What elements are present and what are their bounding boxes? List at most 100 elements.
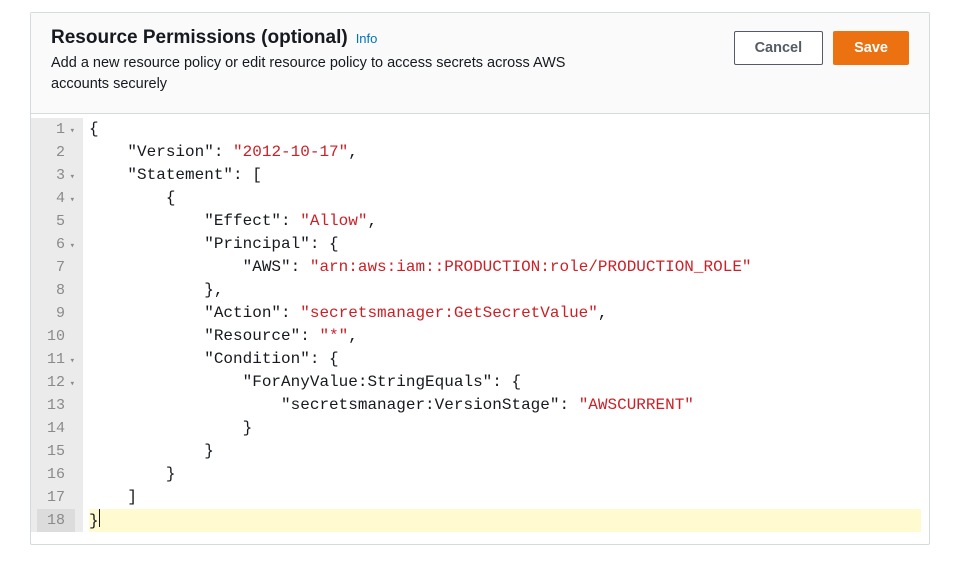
json-punct: , (348, 143, 358, 161)
json-key: "Principal" (204, 235, 310, 253)
fold-arrow-icon[interactable]: ▾ (67, 166, 75, 189)
json-punct: , (598, 304, 608, 322)
header-actions: Cancel Save (734, 31, 909, 65)
line-number: 11▾ (37, 348, 75, 371)
json-punct (89, 258, 243, 276)
code-line[interactable]: "Action": "secretsmanager:GetSecretValue… (89, 302, 921, 325)
json-punct: : { (492, 373, 521, 391)
json-punct: : [ (233, 166, 262, 184)
json-punct: { (166, 189, 176, 207)
json-punct: }, (204, 281, 223, 299)
json-punct (89, 442, 204, 460)
json-punct: , (348, 327, 358, 345)
json-punct (89, 488, 127, 506)
json-punct: : (300, 327, 319, 345)
code-line[interactable]: } (89, 509, 921, 532)
json-punct: : (291, 258, 310, 276)
code-line[interactable]: { (89, 118, 921, 141)
line-number: 14 (37, 417, 75, 440)
json-punct: } (204, 442, 214, 460)
json-punct (89, 465, 166, 483)
json-punct: , (367, 212, 377, 230)
policy-editor[interactable]: 1▾2 3▾4▾5 6▾7 8 9 10 11▾12▾13 14 15 16 1… (31, 114, 929, 544)
json-key: "Action" (204, 304, 281, 322)
fold-arrow-icon[interactable]: ▾ (67, 120, 75, 143)
json-punct (89, 350, 204, 368)
line-number: 9 (37, 302, 75, 325)
code-textarea[interactable]: { "Version": "2012-10-17", "Statement": … (83, 118, 929, 532)
fold-arrow-spacer (67, 511, 75, 534)
json-punct: : (214, 143, 233, 161)
json-punct: : { (310, 350, 339, 368)
code-line[interactable]: ] (89, 486, 921, 509)
line-number: 18 (37, 509, 75, 532)
code-line[interactable]: "Effect": "Allow", (89, 210, 921, 233)
line-number: 5 (37, 210, 75, 233)
json-punct (89, 373, 243, 391)
json-punct (89, 304, 204, 322)
line-number: 3▾ (37, 164, 75, 187)
json-punct (89, 419, 243, 437)
fold-arrow-spacer (67, 419, 75, 442)
line-number: 6▾ (37, 233, 75, 256)
fold-arrow-spacer (67, 143, 75, 166)
save-button[interactable]: Save (833, 31, 909, 65)
line-number: 10 (37, 325, 75, 348)
json-punct (89, 235, 204, 253)
json-punct: } (243, 419, 253, 437)
json-key: "Statement" (127, 166, 233, 184)
fold-arrow-spacer (67, 281, 75, 304)
json-key: "AWS" (243, 258, 291, 276)
line-number: 8 (37, 279, 75, 302)
json-string: "2012-10-17" (233, 143, 348, 161)
code-line[interactable]: "AWS": "arn:aws:iam::PRODUCTION:role/PRO… (89, 256, 921, 279)
fold-arrow-spacer (67, 258, 75, 281)
json-punct (89, 212, 204, 230)
code-line[interactable]: } (89, 440, 921, 463)
json-string: "Allow" (300, 212, 367, 230)
code-line[interactable]: { (89, 187, 921, 210)
json-punct: } (166, 465, 176, 483)
line-number: 16 (37, 463, 75, 486)
json-punct (89, 281, 204, 299)
fold-arrow-spacer (67, 212, 75, 235)
json-key: "Version" (127, 143, 213, 161)
line-number-gutter: 1▾2 3▾4▾5 6▾7 8 9 10 11▾12▾13 14 15 16 1… (31, 118, 83, 532)
code-line[interactable]: "ForAnyValue:StringEquals": { (89, 371, 921, 394)
fold-arrow-icon[interactable]: ▾ (67, 350, 75, 373)
fold-arrow-spacer (67, 465, 75, 488)
fold-arrow-spacer (67, 442, 75, 465)
fold-arrow-icon[interactable]: ▾ (67, 189, 75, 212)
line-number: 2 (37, 141, 75, 164)
json-punct (89, 189, 166, 207)
json-punct: : (559, 396, 578, 414)
json-punct (89, 327, 204, 345)
code-line[interactable]: "Statement": [ (89, 164, 921, 187)
code-line[interactable]: } (89, 463, 921, 486)
json-key: "ForAnyValue:StringEquals" (243, 373, 493, 391)
panel-header: Resource Permissions (optional) Info Add… (31, 13, 929, 114)
line-number: 15 (37, 440, 75, 463)
code-line[interactable]: }, (89, 279, 921, 302)
json-string: "*" (319, 327, 348, 345)
fold-arrow-icon[interactable]: ▾ (67, 235, 75, 258)
code-line[interactable]: "Condition": { (89, 348, 921, 371)
json-punct (89, 166, 127, 184)
code-line[interactable]: "Principal": { (89, 233, 921, 256)
code-line[interactable]: "Version": "2012-10-17", (89, 141, 921, 164)
code-line[interactable]: } (89, 417, 921, 440)
resource-permissions-panel: Resource Permissions (optional) Info Add… (30, 12, 930, 545)
json-key: "Condition" (204, 350, 310, 368)
json-punct: ] (127, 488, 137, 506)
code-line[interactable]: "Resource": "*", (89, 325, 921, 348)
json-string: "arn:aws:iam::PRODUCTION:role/PRODUCTION… (310, 258, 752, 276)
json-punct (89, 143, 127, 161)
line-number: 13 (37, 394, 75, 417)
text-cursor (99, 509, 100, 527)
code-line[interactable]: "secretsmanager:VersionStage": "AWSCURRE… (89, 394, 921, 417)
line-number: 12▾ (37, 371, 75, 394)
cancel-button[interactable]: Cancel (734, 31, 824, 65)
fold-arrow-icon[interactable]: ▾ (67, 373, 75, 396)
json-punct: } (89, 512, 99, 530)
info-link[interactable]: Info (356, 31, 378, 46)
